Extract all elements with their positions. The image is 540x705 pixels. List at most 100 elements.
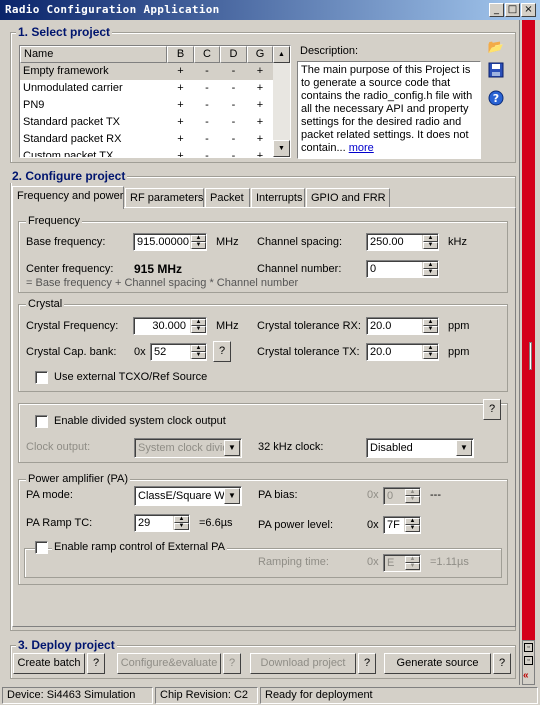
ramping-time-value: =1.11µs bbox=[430, 556, 469, 568]
crystal-frequency-input[interactable]: 30.000 ▲ ▼ bbox=[133, 317, 207, 335]
cap-bank-prefix: 0x bbox=[134, 346, 146, 358]
tab-frequency-and-power[interactable]: Frequency and power bbox=[12, 186, 124, 209]
generate-help-button[interactable]: ? bbox=[493, 653, 511, 674]
spin-up-icon[interactable]: ▲ bbox=[423, 235, 438, 242]
scroll-up-icon[interactable]: ▲ bbox=[273, 46, 290, 63]
table-row[interactable]: Standard packet TX + - - + bbox=[20, 114, 273, 131]
spin-down-icon[interactable]: ▼ bbox=[405, 496, 420, 503]
side-buttons: ▫ ▫ « bbox=[522, 640, 535, 685]
channel-number-input[interactable]: 0 ▲ ▼ bbox=[366, 260, 439, 278]
pa-bias-suffix: --- bbox=[430, 489, 441, 501]
32khz-clock-select[interactable]: Disabled ▼ bbox=[366, 438, 474, 458]
table-row[interactable]: PN9 + - - + bbox=[20, 97, 273, 114]
table-row[interactable]: Unmodulated carrier + - - + bbox=[20, 80, 273, 97]
spin-down-icon[interactable]: ▼ bbox=[423, 326, 438, 333]
create-batch-help-button[interactable]: ? bbox=[87, 653, 105, 674]
ramping-time-label: Ramping time: bbox=[258, 556, 329, 568]
col-name[interactable]: Name bbox=[20, 46, 167, 63]
crystal-group-title: Crystal bbox=[26, 298, 65, 310]
crystal-tolerance-rx-unit: ppm bbox=[448, 320, 470, 332]
col-g[interactable]: G bbox=[247, 46, 273, 63]
table-scrollbar[interactable]: ▲ ▼ bbox=[273, 46, 290, 157]
pa-bias-input[interactable]: 0 ▲ ▼ bbox=[383, 487, 421, 505]
create-batch-button[interactable]: Create batch bbox=[13, 653, 85, 674]
download-help-button[interactable]: ? bbox=[358, 653, 376, 674]
spin-up-icon[interactable]: ▲ bbox=[405, 518, 420, 525]
close-icon[interactable]: × bbox=[521, 3, 536, 17]
spin-down-icon[interactable]: ▼ bbox=[423, 269, 438, 276]
base-frequency-input[interactable]: 915.00000 ▲ ▼ bbox=[133, 233, 207, 251]
chevron-down-icon[interactable]: ▼ bbox=[224, 440, 240, 456]
tile-icon[interactable]: ▫ bbox=[524, 643, 533, 652]
crystal-tolerance-rx-input[interactable]: 20.0 ▲ ▼ bbox=[366, 317, 439, 335]
channel-spacing-input[interactable]: 250.00 ▲ ▼ bbox=[366, 233, 439, 251]
spin-up-icon[interactable]: ▲ bbox=[423, 262, 438, 269]
spin-down-icon[interactable]: ▼ bbox=[405, 525, 420, 532]
download-project-button[interactable]: Download project bbox=[250, 653, 356, 674]
spin-up-icon[interactable]: ▲ bbox=[405, 556, 420, 563]
spin-up-icon[interactable]: ▲ bbox=[423, 319, 438, 326]
chevron-down-icon[interactable]: ▼ bbox=[456, 440, 472, 456]
pa-ramp-time: =6.6µs bbox=[199, 517, 233, 529]
crystal-tolerance-tx-input[interactable]: 20.0 ▲ ▼ bbox=[366, 343, 439, 361]
crystal-tolerance-rx-label: Crystal tolerance RX: bbox=[257, 320, 361, 332]
base-frequency-unit: MHz bbox=[216, 236, 239, 248]
32khz-clock-label: 32 kHz clock: bbox=[258, 441, 324, 453]
minimize-icon[interactable]: _ bbox=[489, 3, 504, 17]
crystal-cap-bank-input[interactable]: 52 ▲ ▼ bbox=[150, 343, 207, 361]
tcxo-checkbox[interactable] bbox=[35, 371, 48, 384]
spin-up-icon[interactable]: ▲ bbox=[405, 489, 420, 496]
generate-source-button[interactable]: Generate source bbox=[384, 653, 491, 674]
status-state: Ready for deployment bbox=[260, 687, 538, 704]
spin-up-icon[interactable]: ▲ bbox=[191, 235, 206, 242]
clock-help-button[interactable]: ? bbox=[483, 399, 501, 420]
tab-rf-parameters[interactable]: RF parameters bbox=[125, 188, 204, 208]
col-d[interactable]: D bbox=[220, 46, 247, 63]
tab-interrupts[interactable]: Interrupts bbox=[251, 188, 305, 208]
spin-up-icon[interactable]: ▲ bbox=[191, 319, 206, 326]
splitter-handle[interactable] bbox=[529, 342, 532, 370]
crystal-cap-bank-label: Crystal Cap. bank: bbox=[26, 346, 117, 358]
frequency-group-title: Frequency bbox=[26, 215, 82, 227]
spin-up-icon[interactable]: ▲ bbox=[174, 516, 189, 523]
crystal-help-button[interactable]: ? bbox=[213, 341, 231, 362]
spin-down-icon[interactable]: ▼ bbox=[191, 326, 206, 333]
spin-down-icon[interactable]: ▼ bbox=[405, 563, 420, 570]
external-pa-checkbox[interactable] bbox=[35, 541, 48, 554]
divided-clock-checkbox[interactable] bbox=[35, 415, 48, 428]
external-pa-label: Enable ramp control of External PA bbox=[52, 541, 227, 553]
table-row[interactable]: Custom packet TX + - - + bbox=[20, 148, 273, 157]
scroll-down-icon[interactable]: ▼ bbox=[273, 140, 290, 157]
tab-packet[interactable]: Packet bbox=[205, 188, 250, 208]
ramping-time-input[interactable]: E ▲ ▼ bbox=[383, 554, 421, 572]
table-row[interactable]: Standard packet RX + - - + bbox=[20, 131, 273, 148]
pa-power-level-input[interactable]: 7F ▲ ▼ bbox=[383, 516, 421, 534]
frequency-formula: = Base frequency + Channel spacing * Cha… bbox=[26, 277, 299, 289]
spin-up-icon[interactable]: ▲ bbox=[191, 345, 206, 352]
maximize-icon[interactable]: □ bbox=[505, 3, 520, 17]
spin-down-icon[interactable]: ▼ bbox=[191, 352, 206, 359]
pa-mode-select[interactable]: ClassE/Square W ▼ bbox=[134, 486, 242, 506]
spin-down-icon[interactable]: ▼ bbox=[191, 242, 206, 249]
configure-evaluate-button[interactable]: Configure&evaluate bbox=[117, 653, 221, 674]
chevron-down-icon[interactable]: ▼ bbox=[224, 488, 240, 504]
configure-help-button[interactable]: ? bbox=[223, 653, 241, 674]
channel-spacing-label: Channel spacing: bbox=[257, 236, 343, 248]
collapse-icon[interactable]: « bbox=[523, 670, 529, 681]
spin-down-icon[interactable]: ▼ bbox=[423, 352, 438, 359]
base-frequency-label: Base frequency: bbox=[26, 236, 106, 248]
col-b[interactable]: B bbox=[167, 46, 194, 63]
spin-up-icon[interactable]: ▲ bbox=[423, 345, 438, 352]
clock-output-select[interactable]: System clock divid ▼ bbox=[134, 438, 242, 458]
more-link[interactable]: more bbox=[349, 142, 374, 154]
spin-down-icon[interactable]: ▼ bbox=[423, 242, 438, 249]
col-c[interactable]: C bbox=[194, 46, 220, 63]
project-table[interactable]: Name B C D G Empty framework + - - + Unmodul… bbox=[19, 45, 291, 158]
tab-gpio-and-frr[interactable]: GPIO and FRR bbox=[306, 188, 390, 208]
tile-icon-2[interactable]: ▫ bbox=[524, 656, 533, 665]
pa-ramp-tc-label: PA Ramp TC: bbox=[26, 517, 93, 529]
select-project-title: 1. Select project bbox=[16, 25, 113, 39]
pa-ramp-tc-input[interactable]: 29 ▲ ▼ bbox=[134, 514, 190, 532]
table-row[interactable]: Empty framework + - - + bbox=[20, 63, 273, 80]
spin-down-icon[interactable]: ▼ bbox=[174, 523, 189, 530]
